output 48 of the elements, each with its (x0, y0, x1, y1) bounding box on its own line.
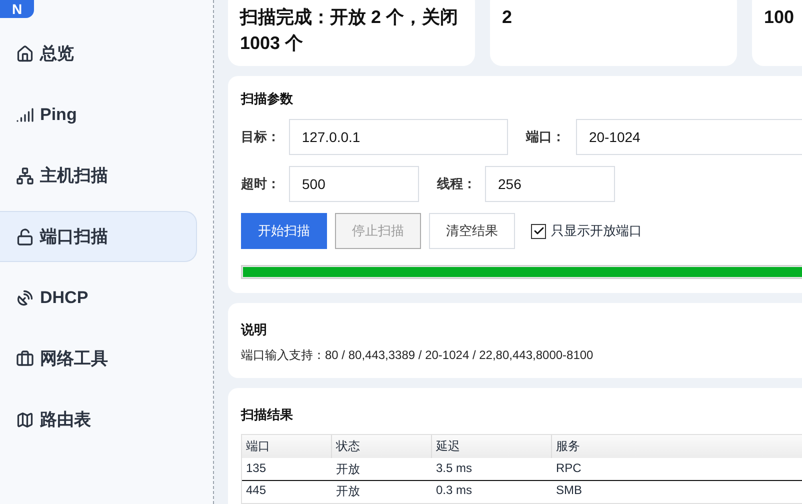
stat-card: 100 (752, 0, 802, 66)
sidebar-item[interactable]: 总览 (0, 28, 197, 79)
table-row[interactable]: 445 开放 0.3 ms SMB (242, 481, 802, 503)
field-label: 线程： (436, 175, 477, 193)
checkbox-label: 只显示开放端口 (551, 222, 642, 240)
column-header[interactable]: 状态 (332, 435, 432, 458)
section-title: 扫描结果 (241, 406, 294, 424)
checkbox[interactable] (531, 224, 546, 238)
table-cell-text: 3.5 ms (435, 460, 474, 477)
info-text: 端口输入支持：80 / 80,443,3389 / 20-1024 / 22,80,443,8000-8100 (241, 347, 594, 364)
column-header[interactable]: 服务 (552, 435, 802, 458)
stat-card: 2 (490, 0, 737, 66)
briefcase-icon (16, 350, 34, 368)
sidebar-item[interactable]: 网络工具 (0, 333, 197, 384)
section-title: 扫描参数 (241, 90, 294, 108)
app-logo: N (0, 0, 34, 18)
padlock-icon (16, 228, 34, 246)
input-field[interactable]: 127.0.0.1 (288, 119, 508, 155)
table-cell-text: 445 (245, 482, 268, 499)
map-icon (16, 410, 34, 428)
action-button[interactable]: 开始扫描 (241, 213, 327, 249)
section-title: 说明 (241, 321, 268, 339)
sidebar-item[interactable]: Ping (0, 89, 197, 140)
table-cell-text: SMB (555, 482, 584, 499)
input-field[interactable]: 20-1024 (576, 119, 802, 155)
satellite-dish-icon (16, 288, 34, 306)
table-cell-text: 开放 (335, 461, 361, 478)
sidebar-item[interactable]: 主机扫描 (0, 150, 197, 201)
table-cell-text: 0.3 ms (435, 482, 474, 499)
input-field[interactable]: 256 (485, 166, 615, 202)
table-row[interactable]: 135 开放 3.5 ms RPC (242, 459, 802, 481)
column-header[interactable]: 端口 (242, 435, 332, 458)
signal-bars-icon (16, 106, 34, 124)
stat-card: 扫描完成：开放 2 个，关闭 1003 个 (228, 0, 475, 66)
table-cell-text: 开放 (335, 483, 361, 500)
field-label: 超时： (241, 175, 281, 193)
house-icon (16, 44, 34, 62)
sidebar-item[interactable]: 路由表 (0, 394, 197, 445)
field-label: 端口： (524, 128, 566, 146)
column-header[interactable]: 延迟 (432, 435, 552, 458)
sidebar-item[interactable]: DHCP (0, 272, 197, 323)
action-button[interactable]: 清空结果 (429, 213, 515, 249)
table-cell-text: RPC (555, 460, 582, 477)
table-cell-text: 135 (245, 460, 268, 477)
field-label: 目标： (241, 128, 281, 146)
network-icon (16, 166, 34, 184)
input-field[interactable]: 500 (289, 166, 419, 202)
sidebar-item[interactable]: 端口扫描 (0, 211, 197, 262)
